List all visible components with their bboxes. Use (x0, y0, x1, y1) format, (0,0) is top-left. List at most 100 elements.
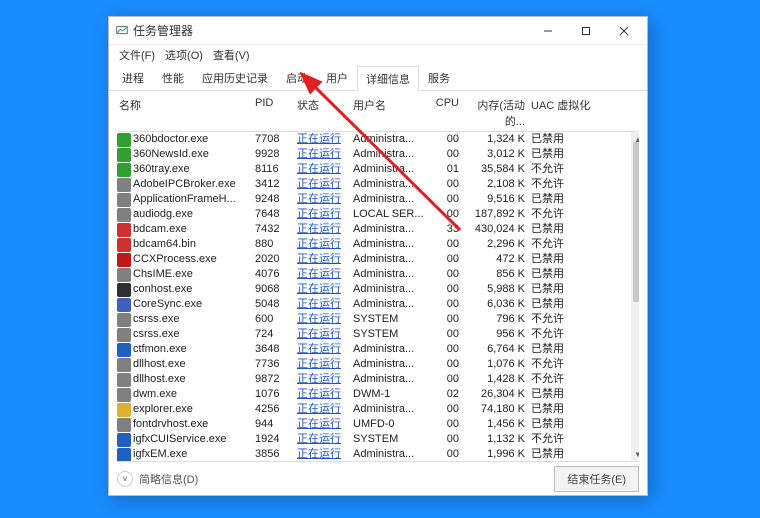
col-name[interactable]: 名称 (117, 97, 255, 129)
process-name: ApplicationFrameH... (133, 192, 236, 207)
table-row[interactable]: ChsIME.exe4076正在运行Administra...00856 K已禁… (117, 267, 639, 282)
col-memory[interactable]: 内存(活动的... (465, 97, 531, 129)
process-icon (117, 268, 131, 282)
process-memory: 6,036 K (465, 297, 531, 312)
process-name: AdobeIPCBroker.exe (133, 177, 236, 192)
table-row[interactable]: csrss.exe600正在运行SYSTEM00796 K不允许 (117, 312, 639, 327)
col-user[interactable]: 用户名 (353, 97, 429, 129)
process-user: UMFD-0 (353, 417, 429, 432)
process-pid: 3648 (255, 342, 297, 357)
process-uac: 已禁用 (531, 132, 639, 147)
table-row[interactable]: fontdrvhost.exe944正在运行UMFD-0001,456 K已禁用 (117, 417, 639, 432)
table-row[interactable]: CoreSync.exe5048正在运行Administra...006,036… (117, 297, 639, 312)
process-cpu: 00 (429, 357, 465, 372)
table-row[interactable]: 360tray.exe8116正在运行Administra...0135,584… (117, 162, 639, 177)
process-icon (117, 403, 131, 417)
process-icon (117, 283, 131, 297)
table-row[interactable]: CCXProcess.exe2020正在运行Administra...00472… (117, 252, 639, 267)
process-status: 正在运行 (297, 252, 353, 267)
tab-6[interactable]: 服务 (419, 65, 459, 90)
process-pid: 5048 (255, 297, 297, 312)
tab-3[interactable]: 启动 (277, 65, 317, 90)
process-memory: 1,456 K (465, 417, 531, 432)
process-status: 正在运行 (297, 372, 353, 387)
process-cpu: 00 (429, 297, 465, 312)
table-row[interactable]: ApplicationFrameH...9248正在运行Administra..… (117, 192, 639, 207)
tab-5[interactable]: 详细信息 (357, 66, 419, 91)
menu-options[interactable]: 选项(O) (161, 46, 207, 64)
close-button[interactable] (605, 19, 643, 43)
process-cpu: 00 (429, 447, 465, 461)
table-row[interactable]: dwm.exe1076正在运行DWM-10226,304 K已禁用 (117, 387, 639, 402)
process-icon (117, 313, 131, 327)
process-icon (117, 148, 131, 162)
menu-file[interactable]: 文件(F) (115, 46, 159, 64)
process-cpu: 00 (429, 192, 465, 207)
process-name: fontdrvhost.exe (133, 417, 208, 432)
process-status: 正在运行 (297, 162, 353, 177)
process-memory: 1,996 K (465, 447, 531, 461)
scrollbar[interactable]: ▲ ▼ (631, 132, 639, 461)
process-status: 正在运行 (297, 297, 353, 312)
process-cpu: 00 (429, 312, 465, 327)
process-uac: 已禁用 (531, 402, 639, 417)
column-headers[interactable]: 名称 PID 状态 用户名 CPU 内存(活动的... UAC 虚拟化 (117, 95, 639, 132)
process-user: Administra... (353, 267, 429, 282)
menu-view[interactable]: 查看(V) (209, 46, 254, 64)
process-name: 360bdoctor.exe (133, 132, 208, 147)
table-row[interactable]: 360bdoctor.exe7708正在运行Administra...001,3… (117, 132, 639, 147)
process-pid: 724 (255, 327, 297, 342)
table-row[interactable]: conhost.exe9068正在运行Administra...005,988 … (117, 282, 639, 297)
process-list[interactable]: 360bdoctor.exe7708正在运行Administra...001,3… (117, 132, 639, 461)
maximize-button[interactable] (567, 19, 605, 43)
table-row[interactable]: 360NewsId.exe9928正在运行Administra...003,01… (117, 147, 639, 162)
tab-0[interactable]: 进程 (113, 65, 153, 90)
process-memory: 2,108 K (465, 177, 531, 192)
col-uac[interactable]: UAC 虚拟化 (531, 97, 639, 129)
process-status: 正在运行 (297, 177, 353, 192)
table-row[interactable]: audiodg.exe7648正在运行LOCAL SER...00187,892… (117, 207, 639, 222)
fewer-details[interactable]: ˅ 简略信息(D) (117, 471, 198, 487)
table-row[interactable]: explorer.exe4256正在运行Administra...0074,18… (117, 402, 639, 417)
table-row[interactable]: ctfmon.exe3648正在运行Administra...006,764 K… (117, 342, 639, 357)
process-cpu: 00 (429, 132, 465, 147)
table-row[interactable]: bdcam.exe7432正在运行Administra...33430,024 … (117, 222, 639, 237)
process-status: 正在运行 (297, 417, 353, 432)
process-cpu: 00 (429, 417, 465, 432)
process-user: DWM-1 (353, 387, 429, 402)
tab-2[interactable]: 应用历史记录 (193, 65, 277, 90)
process-name: csrss.exe (133, 312, 179, 327)
table-row[interactable]: dllhost.exe7736正在运行Administra...001,076 … (117, 357, 639, 372)
table-row[interactable]: AdobeIPCBroker.exe3412正在运行Administra...0… (117, 177, 639, 192)
content-area: 名称 PID 状态 用户名 CPU 内存(活动的... UAC 虚拟化 360b… (109, 91, 647, 461)
process-pid: 4256 (255, 402, 297, 417)
table-row[interactable]: csrss.exe724正在运行SYSTEM00956 K不允许 (117, 327, 639, 342)
col-pid[interactable]: PID (255, 97, 297, 129)
col-status[interactable]: 状态 (297, 97, 353, 129)
table-row[interactable]: igfxEM.exe3856正在运行Administra...001,996 K… (117, 447, 639, 461)
end-task-button[interactable]: 结束任务(E) (554, 466, 639, 492)
process-user: SYSTEM (353, 327, 429, 342)
process-name: igfxCUIService.exe (133, 432, 227, 447)
table-row[interactable]: dllhost.exe9872正在运行Administra...001,428 … (117, 372, 639, 387)
process-user: Administra... (353, 222, 429, 237)
tab-4[interactable]: 用户 (317, 65, 357, 90)
scroll-thumb[interactable] (633, 142, 639, 302)
process-memory: 430,024 K (465, 222, 531, 237)
process-pid: 600 (255, 312, 297, 327)
process-user: Administra... (353, 132, 429, 147)
process-icon (117, 253, 131, 267)
process-memory: 6,764 K (465, 342, 531, 357)
tab-1[interactable]: 性能 (153, 65, 193, 90)
table-row[interactable]: igfxCUIService.exe1924正在运行SYSTEM001,132 … (117, 432, 639, 447)
process-cpu: 00 (429, 432, 465, 447)
process-user: Administra... (353, 252, 429, 267)
process-memory: 1,076 K (465, 357, 531, 372)
minimize-button[interactable] (529, 19, 567, 43)
process-icon (117, 343, 131, 357)
process-uac: 不允许 (531, 432, 639, 447)
table-row[interactable]: bdcam64.bin880正在运行Administra...002,296 K… (117, 237, 639, 252)
scroll-down-icon[interactable]: ▼ (631, 447, 639, 461)
process-pid: 7708 (255, 132, 297, 147)
col-cpu[interactable]: CPU (429, 97, 465, 129)
